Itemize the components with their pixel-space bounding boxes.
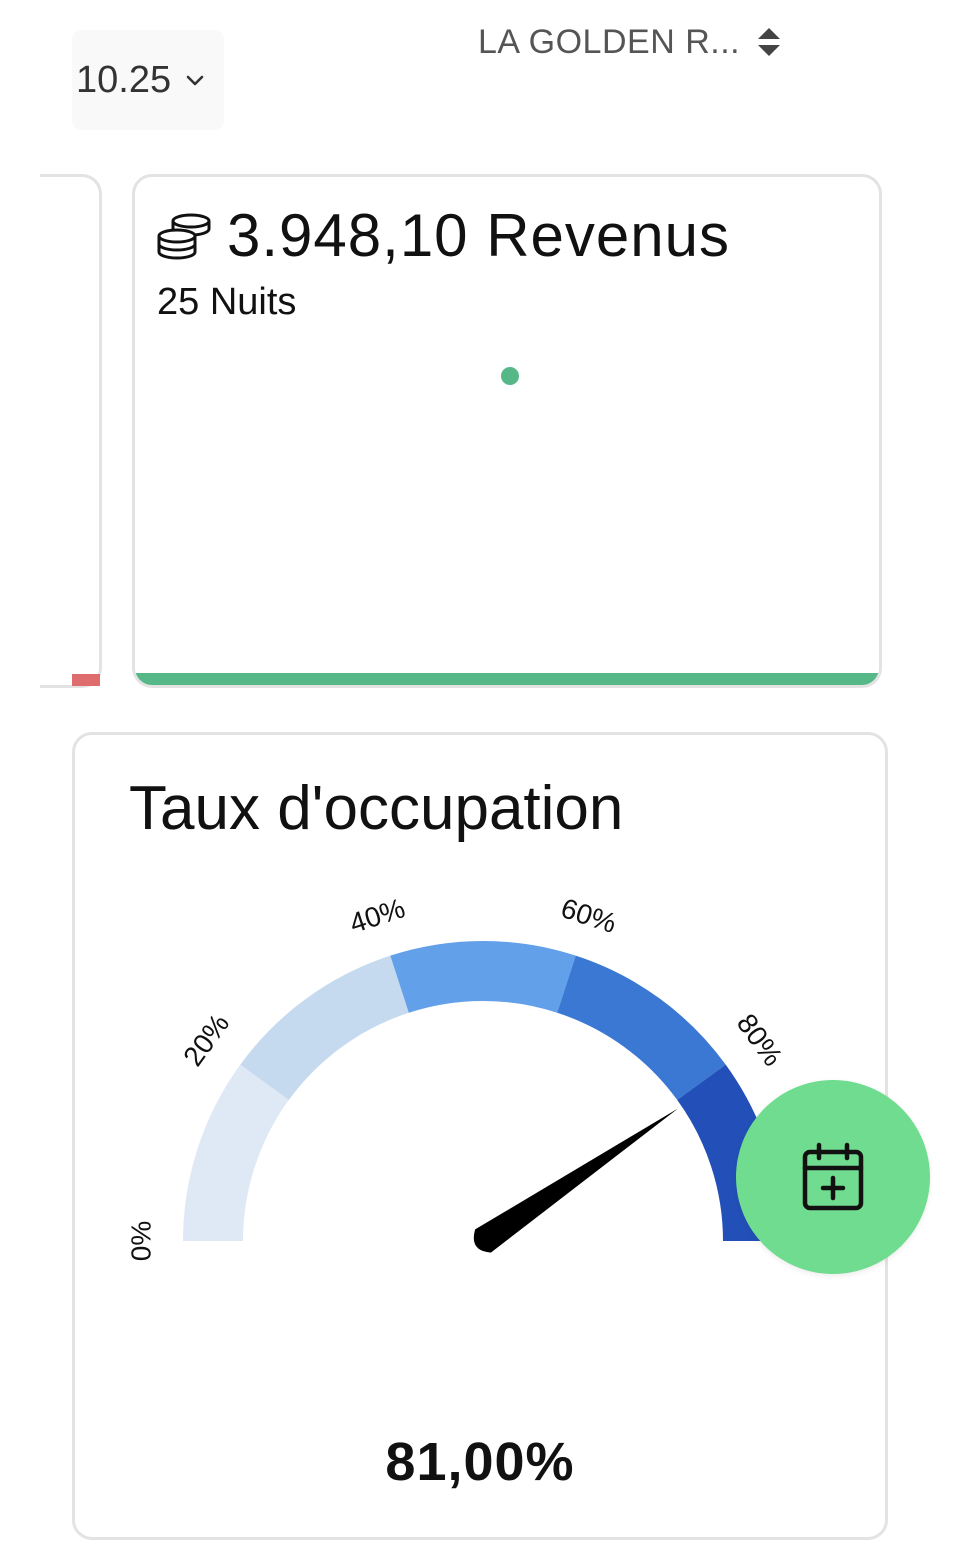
revenue-card[interactable]: 3.948,10 Revenus 25 Nuits	[132, 174, 882, 688]
previous-card[interactable]	[40, 174, 102, 688]
calendar-plus-icon	[802, 1142, 864, 1211]
previous-card-bar	[72, 674, 100, 686]
add-booking-button[interactable]	[736, 1080, 930, 1274]
page: 10.25 LA GOLDEN R... 3.948,10 Revenus 25…	[0, 0, 960, 1552]
property-name: LA GOLDEN R...	[478, 22, 741, 61]
sort-icon	[758, 28, 781, 56]
gauge-band-1	[240, 955, 409, 1100]
gauge-band-3	[557, 955, 726, 1100]
gauge-tick-label: 80%	[731, 1008, 789, 1072]
revenue-dot	[501, 367, 519, 385]
nights-count: 25 Nuits	[157, 281, 297, 323]
coins-icon	[157, 213, 211, 260]
revenue-header: 3.948,10 Revenus	[157, 201, 730, 270]
gauge-tick-label: 40%	[346, 892, 409, 939]
chevron-down-icon	[186, 75, 204, 86]
property-select[interactable]: LA GOLDEN R...	[478, 20, 782, 64]
month-value: 10.25	[76, 58, 172, 101]
gauge-band-2	[390, 941, 576, 1013]
gauge-band-0	[183, 1064, 289, 1241]
gauge-tick-label: 20%	[177, 1008, 235, 1072]
occupancy-gauge: 0% 20% 40% 60% 80%	[125, 892, 789, 1261]
revenue-bar	[135, 673, 879, 685]
gauge-tick-label: 60%	[557, 892, 620, 939]
gauge-tick-label: 0%	[125, 1221, 156, 1261]
gauge-needle	[473, 1108, 679, 1253]
revenue-title: 3.948,10 Revenus	[227, 202, 731, 269]
month-select[interactable]: 10.25	[72, 30, 224, 130]
occupancy-value: 81,00%	[385, 1432, 575, 1492]
